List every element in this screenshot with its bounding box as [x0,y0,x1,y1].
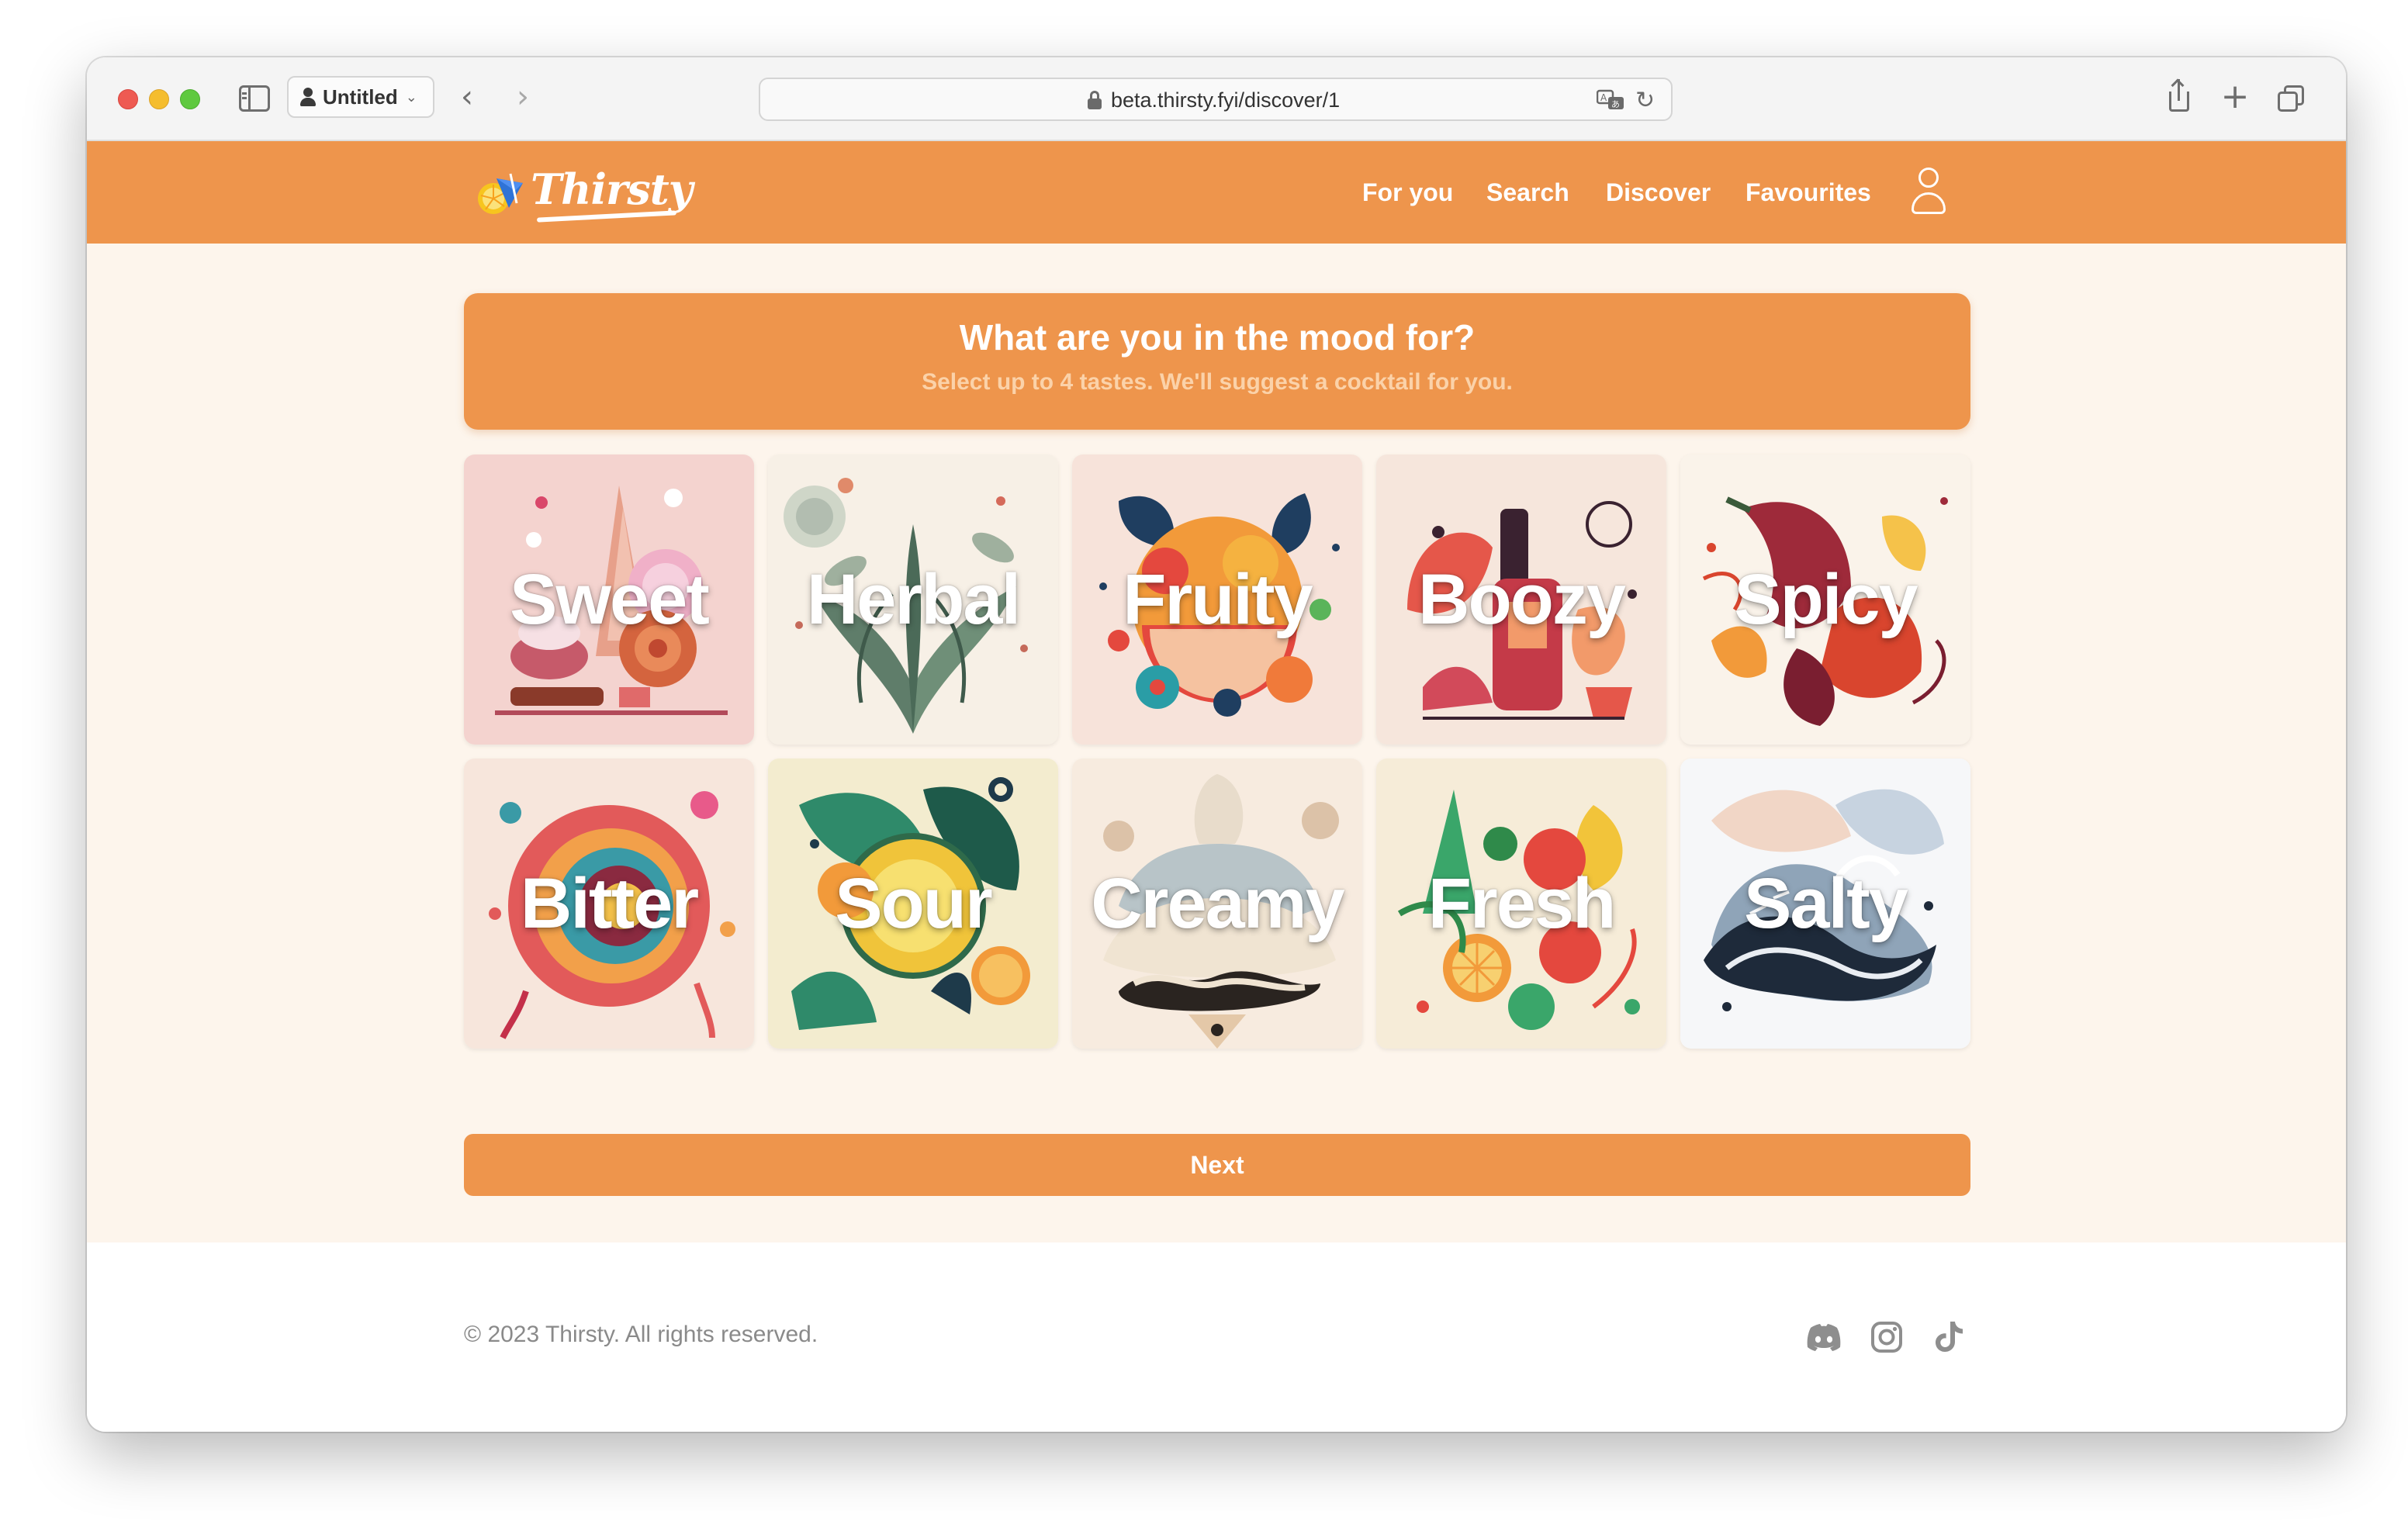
address-bar[interactable]: beta.thirsty.fyi/discover/1 A あ ↻ [759,78,1673,121]
nav-discover[interactable]: Discover [1606,175,1711,209]
next-button[interactable]: Next [464,1134,1970,1196]
new-tab-icon[interactable]: + [2216,76,2254,118]
site-footer: © 2023 Thirsty. All rights reserved. [87,1242,2346,1432]
cocktail-logo-icon [478,173,523,214]
profile-label: Untitled [323,85,398,109]
banner-subtitle: Select up to 4 tastes. We'll suggest a c… [922,369,1513,395]
mood-banner: What are you in the mood for? Select up … [464,293,1970,430]
user-account-icon[interactable] [1910,168,1947,216]
tiktok-icon[interactable] [1929,1317,1969,1357]
nav-for-you[interactable]: For you [1362,175,1453,209]
taste-tile-spicy[interactable]: Spicy [1680,454,1970,745]
person-icon [299,87,317,107]
sidebar-toggle-icon[interactable] [239,85,270,112]
profile-selector[interactable]: Untitled ⌄ [287,76,434,118]
taste-label: Sweet [510,559,710,639]
svg-text:A: A [1600,92,1607,103]
taste-label: Bitter [520,863,699,943]
browser-window: Untitled ⌄ ‹ › beta.thirsty.fyi/discover… [87,57,2346,1432]
taste-tile-salty[interactable]: Salty [1680,759,1970,1049]
svg-text:あ: あ [1611,99,1620,109]
taste-label: Spicy [1734,559,1918,639]
taste-grid: Sweet Herbal Fruity Boozy Spicy Bitter S… [464,454,1970,1050]
taste-label: Fresh [1427,863,1617,943]
chevron-down-icon: ⌄ [405,88,417,105]
taste-label: Fruity [1123,559,1313,639]
taste-tile-sweet[interactable]: Sweet [464,454,754,745]
lock-icon [1088,91,1102,109]
taste-label: Boozy [1418,559,1626,639]
minimize-window-button[interactable] [149,89,169,109]
close-window-button[interactable] [118,89,138,109]
banner-title: What are you in the mood for? [959,317,1476,358]
browser-toolbar: Untitled ⌄ ‹ › beta.thirsty.fyi/discover… [87,57,2346,141]
thirsty-logo[interactable]: Thirsty [476,161,693,223]
taste-tile-boozy[interactable]: Boozy [1376,454,1666,745]
main-content: What are you in the mood for? Select up … [87,244,2346,1242]
url-text: beta.thirsty.fyi/discover/1 [1111,88,1341,112]
reload-icon[interactable]: ↻ [1635,87,1655,114]
tab-overview-icon[interactable] [2271,76,2310,118]
site-header: Thirsty For you Search Discover Favourit… [87,141,2346,244]
copyright-text: © 2023 Thirsty. All rights reserved. [464,1322,818,1347]
logo-text: Thirsty [531,164,693,214]
taste-tile-herbal[interactable]: Herbal [768,454,1058,745]
share-icon[interactable] [2160,76,2199,118]
taste-tile-fruity[interactable]: Fruity [1072,454,1362,745]
nav-favourites[interactable]: Favourites [1745,175,1871,209]
taste-label: Herbal [806,559,1021,639]
forward-button[interactable]: › [507,79,538,118]
taste-tile-fresh[interactable]: Fresh [1376,759,1666,1049]
taste-label: Sour [835,863,993,943]
zoom-window-button[interactable] [180,89,200,109]
instagram-icon[interactable] [1867,1317,1907,1357]
back-button[interactable]: ‹ [452,79,483,118]
taste-label: Salty [1744,863,1908,943]
taste-tile-sour[interactable]: Sour [768,759,1058,1049]
nav-search[interactable]: Search [1486,175,1569,209]
taste-tile-creamy[interactable]: Creamy [1072,759,1362,1049]
taste-tile-bitter[interactable]: Bitter [464,759,754,1049]
discord-icon[interactable] [1803,1317,1843,1357]
taste-label: Creamy [1091,863,1345,943]
translate-icon[interactable]: A あ [1596,88,1626,112]
